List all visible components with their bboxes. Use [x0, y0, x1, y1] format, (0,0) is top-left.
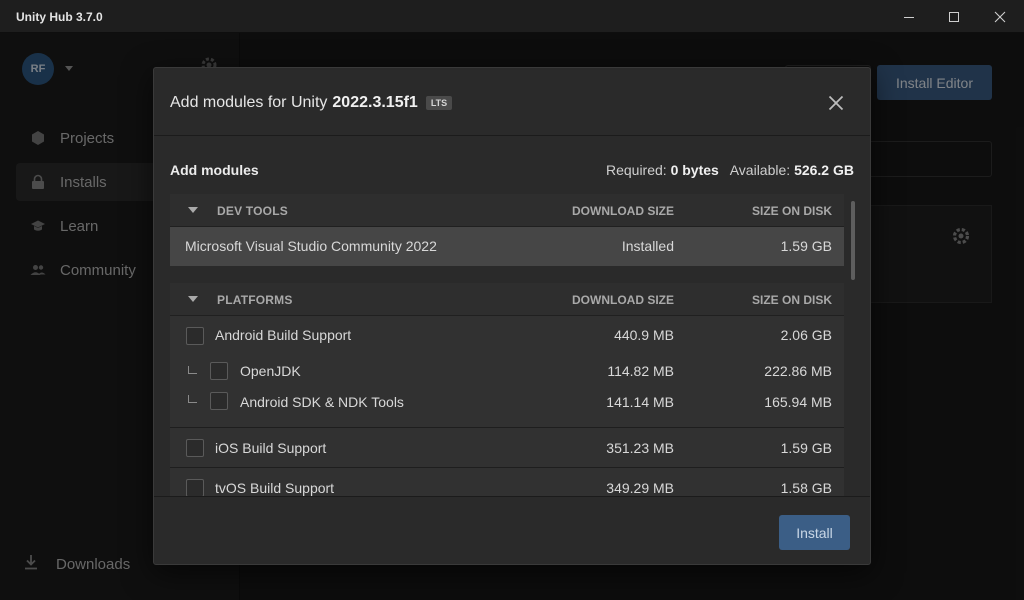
title-bar: Unity Hub 3.7.0 [0, 0, 1024, 33]
column-download-size: DOWNLOAD SIZE [572, 204, 674, 218]
column-size-on-disk: SIZE ON DISK [751, 293, 832, 307]
module-download-size: 114.82 MB [607, 363, 674, 379]
module-label: Android SDK & NDK Tools [240, 394, 404, 410]
maximize-icon [949, 11, 959, 22]
available-label: Available: [729, 162, 791, 178]
module-row: Android SDK & NDK Tools 141.14 MB 165.94… [170, 389, 844, 427]
window-title: Unity Hub 3.7.0 [16, 10, 103, 24]
lts-badge: LTS [425, 96, 453, 110]
unity-version: 2022.3.15f1 [332, 94, 418, 111]
module-label: Microsoft Visual Studio Community 2022 [185, 238, 437, 254]
group-header[interactable]: DEV TOOLS DOWNLOAD SIZE SIZE ON DISK [170, 194, 844, 227]
module-download-size: 351.23 MB [606, 440, 674, 456]
module-size-on-disk: 1.59 GB [780, 440, 832, 456]
module-row: Microsoft Visual Studio Community 2022 I… [170, 227, 844, 266]
module-label: OpenJDK [240, 363, 301, 379]
add-modules-dialog: Add modules for Unity 2022.3.15f1 LTS Ad… [153, 67, 871, 565]
group-dev-tools: DEV TOOLS DOWNLOAD SIZE SIZE ON DISK Mic… [170, 194, 844, 266]
module-download-size: 349.29 MB [606, 480, 674, 496]
module-row: tvOS Build Support 349.29 MB 1.58 GB [170, 467, 844, 496]
minimize-icon [904, 16, 914, 18]
required-value: 0 bytes [670, 162, 719, 178]
close-icon [828, 95, 844, 111]
group-name: PLATFORMS [217, 293, 293, 307]
module-row: iOS Build Support 351.23 MB 1.59 GB [170, 427, 844, 467]
minimize-button[interactable] [886, 0, 932, 33]
close-window-button[interactable] [977, 0, 1023, 33]
space-summary: Required: 0 bytes Available: 526.2 GB [606, 162, 854, 178]
chevron-down-icon[interactable] [188, 207, 198, 213]
group-platforms: PLATFORMS DOWNLOAD SIZE SIZE ON DISK And… [170, 283, 844, 496]
tree-connector [188, 395, 197, 403]
module-checkbox[interactable] [210, 362, 228, 380]
section-title: Add modules [170, 162, 259, 178]
module-size-on-disk: 1.59 GB [780, 238, 832, 254]
module-label: Android Build Support [215, 327, 352, 343]
module-download-size: 141.14 MB [606, 394, 674, 410]
module-checkbox[interactable] [186, 327, 204, 345]
required-label: Required: [605, 162, 667, 178]
install-button[interactable]: Install [779, 515, 850, 550]
module-download-size: 440.9 MB [614, 327, 674, 343]
module-checkbox[interactable] [186, 439, 204, 457]
module-checkbox[interactable] [186, 479, 204, 496]
dialog-title-prefix: Add modules for Unity [170, 94, 328, 111]
module-row: Android Build Support 440.9 MB 2.06 GB [170, 316, 844, 354]
modules-list[interactable]: DEV TOOLS DOWNLOAD SIZE SIZE ON DISK Mic… [170, 194, 858, 496]
tree-connector [188, 366, 197, 374]
chevron-down-icon[interactable] [188, 296, 198, 302]
module-size-on-disk: 222.86 MB [764, 363, 832, 379]
column-download-size: DOWNLOAD SIZE [572, 293, 674, 307]
close-icon [994, 11, 1006, 22]
maximize-button[interactable] [931, 0, 977, 33]
dialog-title: Add modules for Unity 2022.3.15f1 LTS [170, 94, 453, 112]
module-size-on-disk: 165.94 MB [764, 394, 832, 410]
group-header[interactable]: PLATFORMS DOWNLOAD SIZE SIZE ON DISK [170, 283, 844, 316]
scrollbar-thumb[interactable] [851, 201, 855, 280]
module-size-on-disk: 2.06 GB [780, 327, 832, 343]
close-dialog-button[interactable] [826, 93, 846, 113]
module-row: OpenJDK 114.82 MB 222.86 MB [170, 354, 844, 389]
group-name: DEV TOOLS [217, 204, 288, 218]
dialog-header: Add modules for Unity 2022.3.15f1 LTS [154, 68, 870, 136]
module-download-size: Installed [621, 238, 674, 254]
column-size-on-disk: SIZE ON DISK [751, 204, 832, 218]
module-size-on-disk: 1.58 GB [780, 480, 832, 496]
dialog-footer: Install [154, 496, 870, 564]
available-value: 526.2 GB [794, 162, 854, 178]
module-checkbox[interactable] [210, 392, 228, 410]
module-label: tvOS Build Support [215, 480, 335, 496]
module-label: iOS Build Support [215, 440, 327, 456]
